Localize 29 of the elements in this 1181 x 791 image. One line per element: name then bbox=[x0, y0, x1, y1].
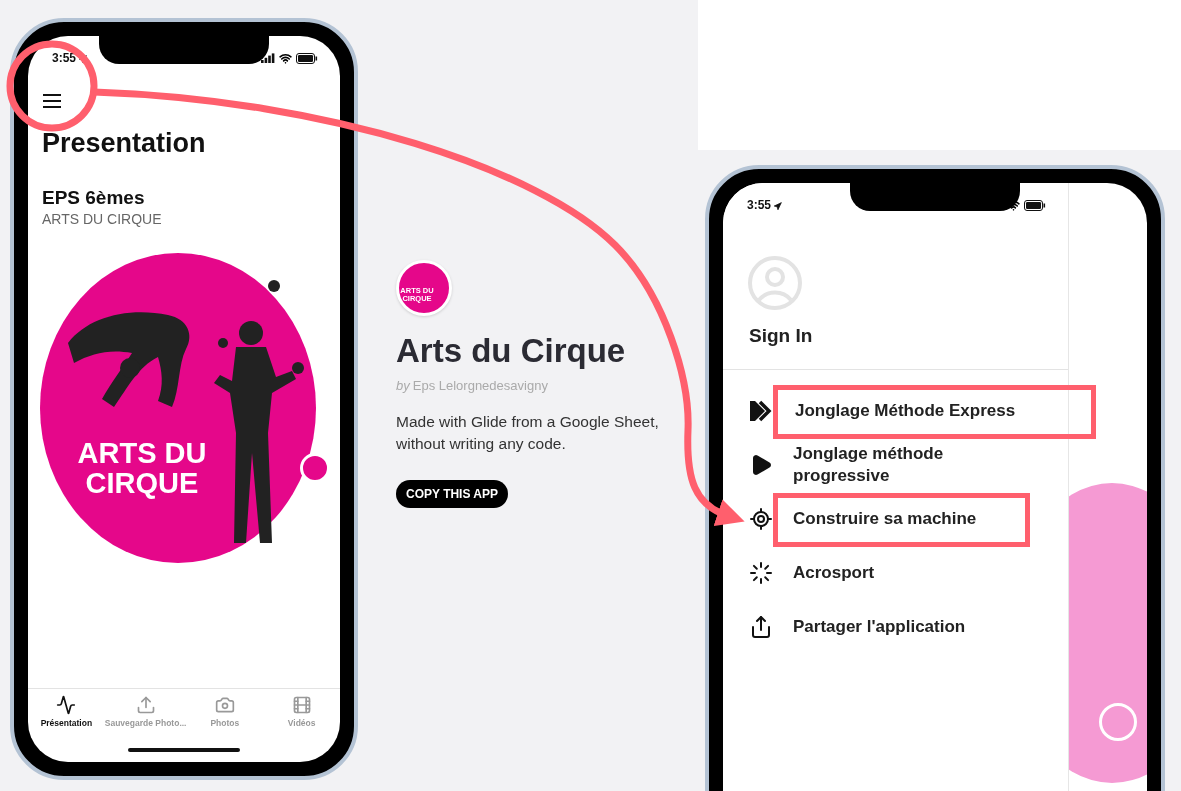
menu-icon[interactable] bbox=[42, 94, 62, 108]
pulse-icon bbox=[56, 695, 77, 715]
share-icon bbox=[749, 615, 773, 639]
film-icon bbox=[291, 695, 312, 715]
by-label: by bbox=[396, 378, 410, 393]
menu-item[interactable]: Jonglage Méthode Express bbox=[723, 384, 1068, 438]
sign-in-label[interactable]: Sign In bbox=[749, 325, 1068, 347]
crosshair-icon bbox=[749, 507, 773, 531]
menu-item[interactable]: Acrosport bbox=[723, 546, 1068, 600]
spinner-icon bbox=[749, 561, 773, 585]
section-heading: EPS 6èmes bbox=[42, 187, 146, 209]
app-description: Made with Glide from a Google Sheet, without writing any code. bbox=[396, 412, 660, 455]
tab[interactable]: Présentation bbox=[28, 695, 105, 728]
page-title: Presentation bbox=[42, 128, 207, 159]
menu-item[interactable]: Partager l'application bbox=[723, 600, 1068, 654]
battery-icon bbox=[296, 52, 318, 64]
status-time: 3:55 bbox=[747, 198, 784, 212]
battery-icon bbox=[1024, 199, 1046, 211]
camera-icon bbox=[214, 695, 235, 715]
avatar-icon bbox=[747, 255, 803, 311]
author-name: Eps Lelorgnedesavigny bbox=[412, 378, 548, 393]
signal-icon bbox=[261, 53, 275, 63]
logo-text: ARTS DU CIRQUE bbox=[76, 439, 208, 499]
menu-item[interactable]: Construire sa machine bbox=[723, 492, 1068, 546]
section-subheading: ARTS DU CIRQUE bbox=[42, 211, 163, 227]
app-name: Arts du Cirque bbox=[396, 332, 627, 370]
upload-icon bbox=[135, 695, 156, 715]
menu-item[interactable]: Jonglage méthode progressive bbox=[723, 438, 1068, 492]
copy-app-button[interactable]: COPY THIS APP bbox=[396, 479, 509, 508]
